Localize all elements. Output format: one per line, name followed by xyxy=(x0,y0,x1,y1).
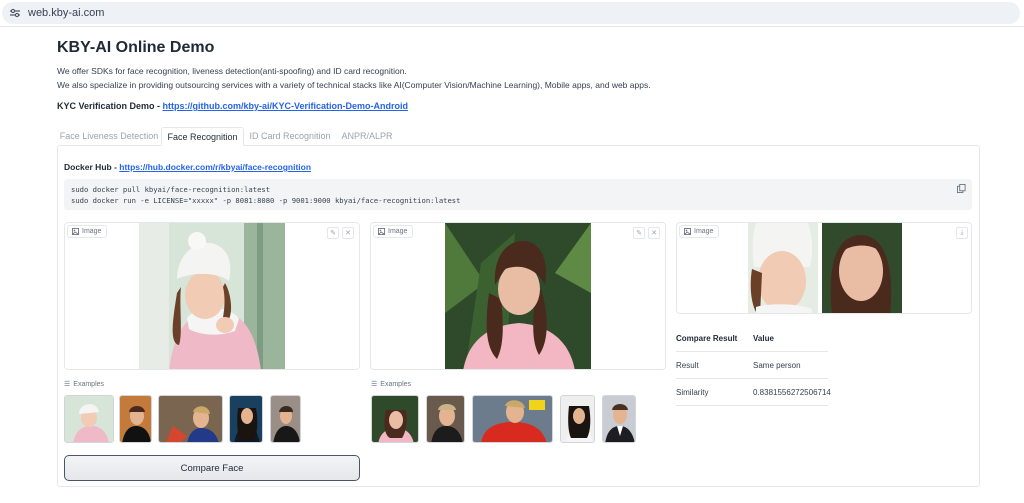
docker-code-block: sudo docker pull kbyai/face-recognition:… xyxy=(64,179,972,210)
tab-id-card-recognition[interactable]: ID Card Recognition xyxy=(246,127,334,146)
similarity-row-value: 0.8381556272506714 xyxy=(753,388,831,397)
tab-face-liveness[interactable]: Face Liveness Detection xyxy=(57,127,161,146)
docker-hub-line: Docker Hub - https://hub.docker.com/r/kb… xyxy=(64,162,311,172)
example-thumb-2-2[interactable] xyxy=(426,395,465,443)
result-row-value: Same person xyxy=(753,361,801,370)
url-field[interactable]: web.kby-ai.com xyxy=(2,2,1020,24)
photo-woman-dark-hair xyxy=(445,223,591,369)
docker-hub-link[interactable]: https://hub.docker.com/r/kbyai/face-reco… xyxy=(119,162,311,172)
example-thumb-1-4[interactable] xyxy=(229,395,263,443)
image-label-text: Image xyxy=(694,228,714,235)
image-label-2: Image xyxy=(373,225,414,238)
example-thumb-1-3[interactable] xyxy=(158,395,223,443)
compare-face-button[interactable]: Compare Face xyxy=(64,455,360,481)
pencil-icon[interactable]: ✎ xyxy=(633,227,645,239)
page-title: KBY-AI Online Demo xyxy=(57,39,215,56)
result-divider xyxy=(676,405,828,406)
browser-address-bar: web.kby-ai.com xyxy=(0,0,1024,27)
example-thumb-2-1[interactable] xyxy=(371,395,419,443)
kyc-github-link[interactable]: https://github.com/kby-ai/KYC-Verificati… xyxy=(163,101,409,111)
download-icon[interactable]: ⤓ xyxy=(956,227,968,239)
examples-label: Examples xyxy=(73,380,105,388)
image-icon xyxy=(684,228,691,235)
example-thumb-1-5[interactable] xyxy=(270,395,301,443)
description-line-1: We offer SDKs for face recognition, live… xyxy=(57,66,407,76)
result-divider xyxy=(676,351,828,352)
image-label-text: Image xyxy=(82,228,102,235)
output-image: Image ⤓ xyxy=(676,222,972,314)
list-icon: ☰ xyxy=(64,381,71,388)
url-text: web.kby-ai.com xyxy=(28,7,105,19)
image-upload-2[interactable]: Image ✎ ✕ xyxy=(370,222,666,370)
result-header-key: Compare Result xyxy=(676,334,738,343)
image-icon xyxy=(72,228,79,235)
example-thumb-1-1[interactable] xyxy=(64,395,114,443)
list-icon: ☰ xyxy=(371,381,378,388)
docker-commands: sudo docker pull kbyai/face-recognition:… xyxy=(71,185,461,205)
close-icon[interactable]: ✕ xyxy=(342,227,354,239)
description-line-2: We also specialize in providing outsourc… xyxy=(57,80,651,90)
output-face-crops xyxy=(748,223,902,313)
output-image-label: Image xyxy=(679,225,720,238)
tab-face-recognition[interactable]: Face Recognition xyxy=(161,127,244,146)
pencil-icon[interactable]: ✎ xyxy=(327,227,339,239)
image-upload-1[interactable]: Image ✎ ✕ xyxy=(64,222,360,370)
result-divider xyxy=(676,378,828,379)
examples-header-2: ☰ Examples xyxy=(371,380,412,389)
examples-header-1: ☰ Examples xyxy=(64,380,105,389)
result-row-key: Result xyxy=(676,361,699,370)
example-thumb-2-3[interactable] xyxy=(472,395,553,443)
kyc-label: KYC Verification Demo - xyxy=(57,101,163,111)
example-thumb-1-2[interactable] xyxy=(119,395,152,443)
kyc-demo-line: KYC Verification Demo - https://github.c… xyxy=(57,101,408,111)
docker-label: Docker Hub - xyxy=(64,162,120,172)
similarity-row-key: Similarity xyxy=(676,388,709,397)
image-icon xyxy=(378,228,385,235)
tune-icon[interactable] xyxy=(9,8,21,18)
tab-anpr-alpr[interactable]: ANPR/ALPR xyxy=(336,127,398,146)
close-icon[interactable]: ✕ xyxy=(648,227,660,239)
example-thumb-2-5[interactable] xyxy=(602,395,636,443)
examples-label: Examples xyxy=(380,380,412,388)
result-header-value: Value xyxy=(753,334,774,343)
copy-icon[interactable] xyxy=(957,184,966,193)
image-label-1: Image xyxy=(67,225,108,238)
photo-woman-white-hat xyxy=(139,223,285,369)
example-thumb-2-4[interactable] xyxy=(560,395,595,443)
image-label-text: Image xyxy=(388,228,408,235)
